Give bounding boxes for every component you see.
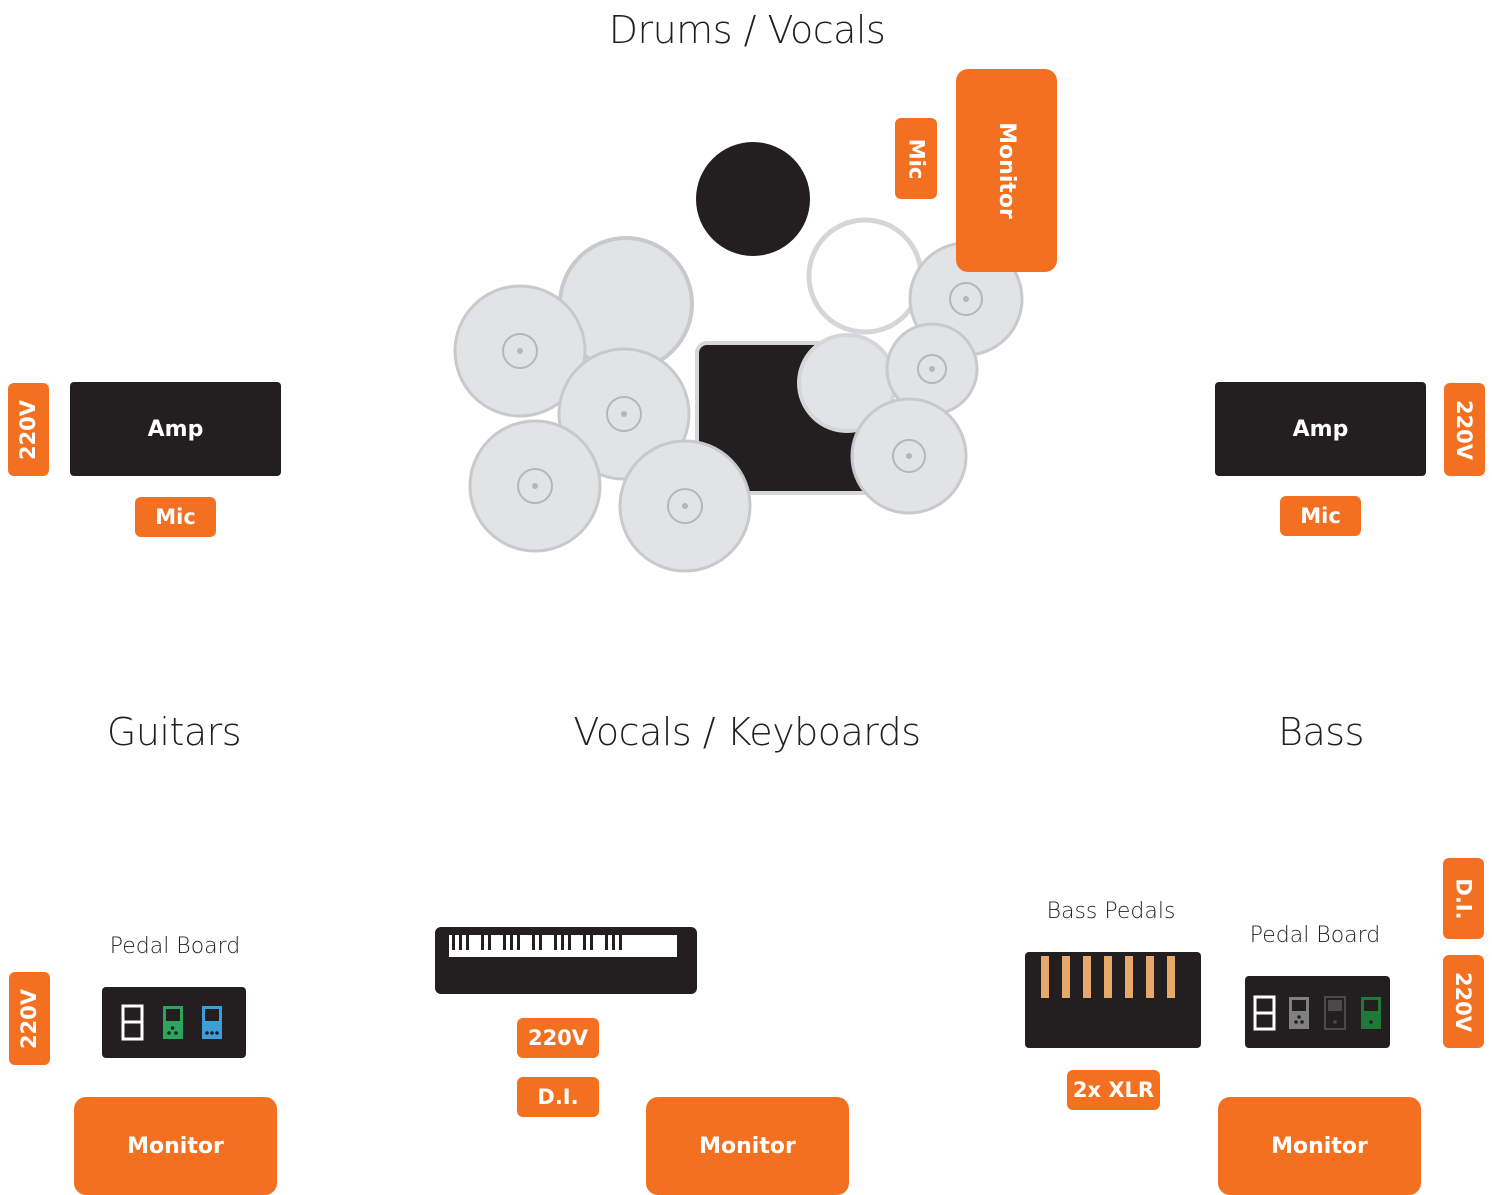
- keyboard-keys: [449, 935, 677, 957]
- bass-di: D.I.: [1443, 858, 1484, 939]
- guitar-pedal-power: 220V: [9, 972, 50, 1065]
- bass-amp: Amp: [1215, 382, 1426, 476]
- bass-pedals: [1025, 952, 1201, 1048]
- bass-pedal-keys: [1041, 956, 1186, 998]
- bass-pedal-board: [1245, 976, 1390, 1048]
- bass-power: 220V: [1443, 955, 1484, 1048]
- drums-monitor: Monitor: [956, 69, 1057, 272]
- bass-pedal-board-label: Pedal Board: [1249, 923, 1381, 948]
- bass-monitor: Monitor: [1218, 1097, 1421, 1195]
- bass-pedals-xlr: 2x XLR: [1067, 1070, 1160, 1110]
- guitar-amp-mic: Mic: [135, 497, 216, 537]
- snare-drum: [806, 217, 924, 335]
- guitar-amp-power: 220V: [8, 383, 49, 476]
- keyboard-power: 220V: [517, 1018, 599, 1058]
- guitar-monitor: Monitor: [74, 1097, 277, 1195]
- keyboard-monitor: Monitor: [646, 1097, 849, 1195]
- guitar-amp: Amp: [70, 382, 281, 476]
- drums-mic: Mic: [895, 118, 937, 199]
- bass-amp-power: 220V: [1444, 383, 1485, 476]
- guitar-pedal-board: [102, 987, 246, 1058]
- guitar-pedal-board-label: Pedal Board: [109, 934, 241, 959]
- keyboard-di: D.I.: [517, 1077, 599, 1117]
- bass-pedals-label: Bass Pedals: [1046, 899, 1176, 924]
- keyboard: [435, 927, 697, 994]
- bass-amp-mic: Mic: [1280, 496, 1361, 536]
- bass-drum-top: [696, 142, 810, 256]
